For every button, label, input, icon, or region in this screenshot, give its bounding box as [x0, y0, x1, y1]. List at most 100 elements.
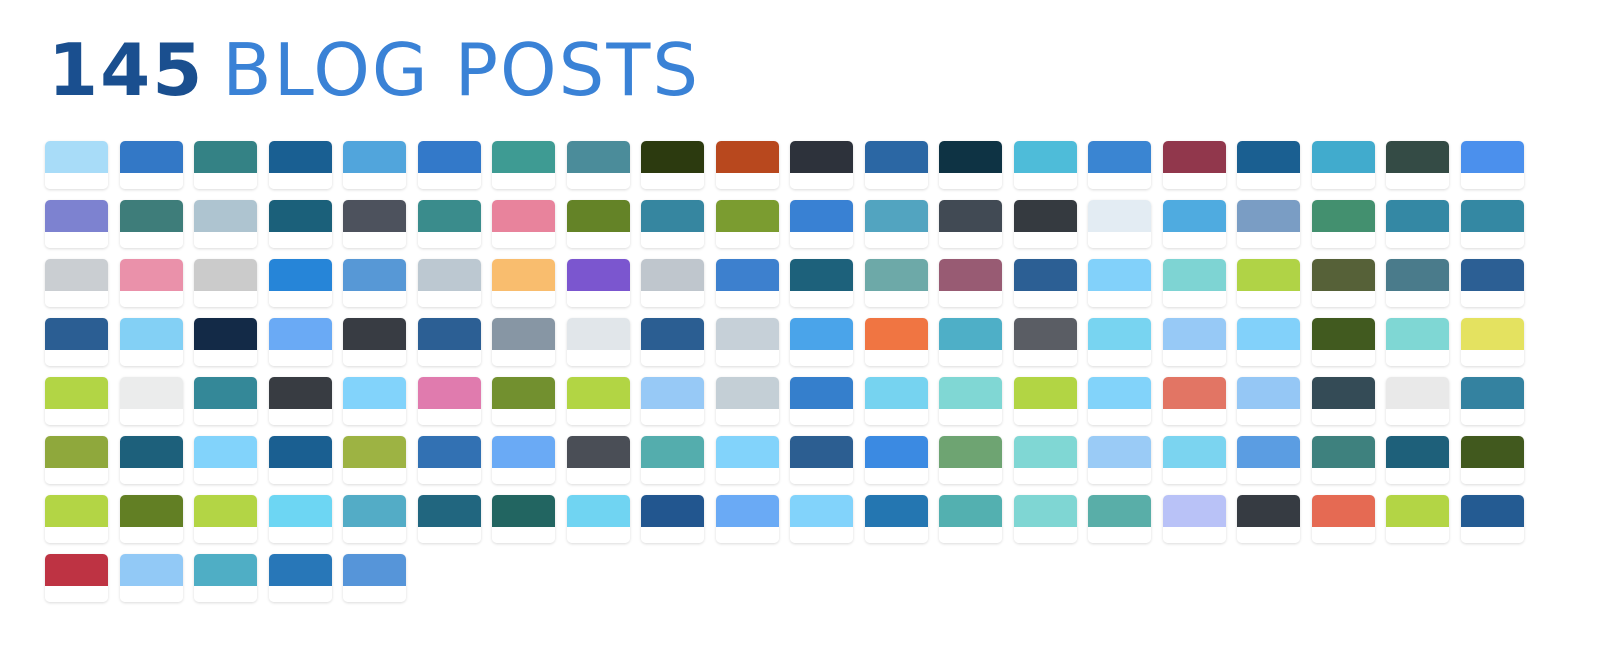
- blog-post-card[interactable]: [1460, 436, 1524, 484]
- blog-post-card[interactable]: [343, 318, 406, 366]
- blog-post-card[interactable]: [1237, 377, 1300, 425]
- blog-post-card[interactable]: [194, 495, 257, 543]
- blog-post-card[interactable]: [1311, 495, 1375, 543]
- blog-post-card[interactable]: [1460, 318, 1524, 366]
- blog-post-card[interactable]: [343, 436, 406, 484]
- blog-post-card[interactable]: [45, 495, 108, 543]
- blog-post-card[interactable]: [194, 318, 257, 366]
- blog-post-card[interactable]: [417, 495, 481, 543]
- blog-post-card[interactable]: [641, 495, 704, 543]
- blog-post-card[interactable]: [790, 318, 853, 366]
- blog-post-card[interactable]: [119, 554, 183, 602]
- blog-post-card[interactable]: [790, 495, 853, 543]
- blog-post-card[interactable]: [1237, 141, 1300, 189]
- blog-post-card[interactable]: [1162, 200, 1226, 248]
- blog-post-card[interactable]: [1386, 318, 1449, 366]
- blog-post-card[interactable]: [1088, 141, 1151, 189]
- blog-post-card[interactable]: [1311, 259, 1375, 307]
- blog-post-card[interactable]: [119, 436, 183, 484]
- blog-post-card[interactable]: [1013, 318, 1077, 366]
- blog-post-card[interactable]: [268, 495, 332, 543]
- blog-post-card[interactable]: [715, 436, 779, 484]
- blog-post-card[interactable]: [1237, 318, 1300, 366]
- blog-post-card[interactable]: [715, 318, 779, 366]
- blog-post-card[interactable]: [1013, 259, 1077, 307]
- blog-post-card[interactable]: [1088, 495, 1151, 543]
- blog-post-card[interactable]: [1162, 259, 1226, 307]
- blog-post-card[interactable]: [641, 259, 704, 307]
- blog-post-card[interactable]: [1088, 318, 1151, 366]
- blog-post-card[interactable]: [417, 141, 481, 189]
- blog-post-card[interactable]: [1237, 436, 1300, 484]
- blog-post-card[interactable]: [566, 318, 630, 366]
- blog-post-card[interactable]: [45, 436, 108, 484]
- blog-post-card[interactable]: [1460, 377, 1524, 425]
- blog-post-card[interactable]: [492, 495, 555, 543]
- blog-post-card[interactable]: [119, 377, 183, 425]
- blog-post-card[interactable]: [417, 318, 481, 366]
- blog-post-card[interactable]: [566, 436, 630, 484]
- blog-post-card[interactable]: [1460, 495, 1524, 543]
- blog-post-card[interactable]: [790, 436, 853, 484]
- blog-post-card[interactable]: [1013, 495, 1077, 543]
- blog-post-card[interactable]: [864, 495, 928, 543]
- blog-post-card[interactable]: [864, 318, 928, 366]
- blog-post-card[interactable]: [1162, 141, 1226, 189]
- blog-post-card[interactable]: [939, 318, 1002, 366]
- blog-post-card[interactable]: [343, 495, 406, 543]
- blog-post-card[interactable]: [790, 200, 853, 248]
- blog-post-card[interactable]: [45, 377, 108, 425]
- blog-post-card[interactable]: [1386, 495, 1449, 543]
- blog-post-card[interactable]: [1460, 141, 1524, 189]
- blog-post-card[interactable]: [641, 318, 704, 366]
- blog-post-card[interactable]: [566, 141, 630, 189]
- blog-post-card[interactable]: [566, 495, 630, 543]
- blog-post-card[interactable]: [1013, 141, 1077, 189]
- blog-post-card[interactable]: [1013, 436, 1077, 484]
- blog-post-card[interactable]: [1386, 200, 1449, 248]
- blog-post-card[interactable]: [119, 495, 183, 543]
- blog-post-card[interactable]: [939, 200, 1002, 248]
- blog-post-card[interactable]: [715, 377, 779, 425]
- blog-post-card[interactable]: [45, 554, 108, 602]
- blog-post-card[interactable]: [1311, 141, 1375, 189]
- blog-post-card[interactable]: [343, 554, 406, 602]
- blog-post-card[interactable]: [1386, 377, 1449, 425]
- blog-post-card[interactable]: [1013, 200, 1077, 248]
- blog-post-card[interactable]: [492, 436, 555, 484]
- blog-post-card[interactable]: [1460, 200, 1524, 248]
- blog-post-card[interactable]: [1386, 141, 1449, 189]
- blog-post-card[interactable]: [1237, 495, 1300, 543]
- blog-post-card[interactable]: [1162, 436, 1226, 484]
- blog-post-card[interactable]: [194, 377, 257, 425]
- blog-post-card[interactable]: [1013, 377, 1077, 425]
- blog-post-card[interactable]: [268, 436, 332, 484]
- blog-post-card[interactable]: [194, 436, 257, 484]
- blog-post-card[interactable]: [417, 436, 481, 484]
- blog-post-card[interactable]: [45, 141, 108, 189]
- blog-post-card[interactable]: [45, 259, 108, 307]
- blog-post-card[interactable]: [194, 141, 257, 189]
- blog-post-card[interactable]: [939, 377, 1002, 425]
- blog-post-card[interactable]: [492, 377, 555, 425]
- blog-post-card[interactable]: [864, 436, 928, 484]
- blog-post-card[interactable]: [1088, 436, 1151, 484]
- blog-post-card[interactable]: [1386, 259, 1449, 307]
- blog-post-card[interactable]: [1311, 377, 1375, 425]
- blog-post-card[interactable]: [417, 259, 481, 307]
- blog-post-card[interactable]: [268, 377, 332, 425]
- blog-post-card[interactable]: [566, 259, 630, 307]
- blog-post-card[interactable]: [1311, 318, 1375, 366]
- blog-post-card[interactable]: [864, 377, 928, 425]
- blog-post-card[interactable]: [1088, 377, 1151, 425]
- blog-post-card[interactable]: [492, 200, 555, 248]
- blog-post-card[interactable]: [343, 377, 406, 425]
- blog-post-card[interactable]: [268, 259, 332, 307]
- blog-post-card[interactable]: [641, 200, 704, 248]
- blog-post-card[interactable]: [864, 259, 928, 307]
- blog-post-card[interactable]: [864, 141, 928, 189]
- blog-post-card[interactable]: [566, 377, 630, 425]
- blog-post-card[interactable]: [1088, 200, 1151, 248]
- blog-post-card[interactable]: [417, 200, 481, 248]
- blog-post-card[interactable]: [641, 377, 704, 425]
